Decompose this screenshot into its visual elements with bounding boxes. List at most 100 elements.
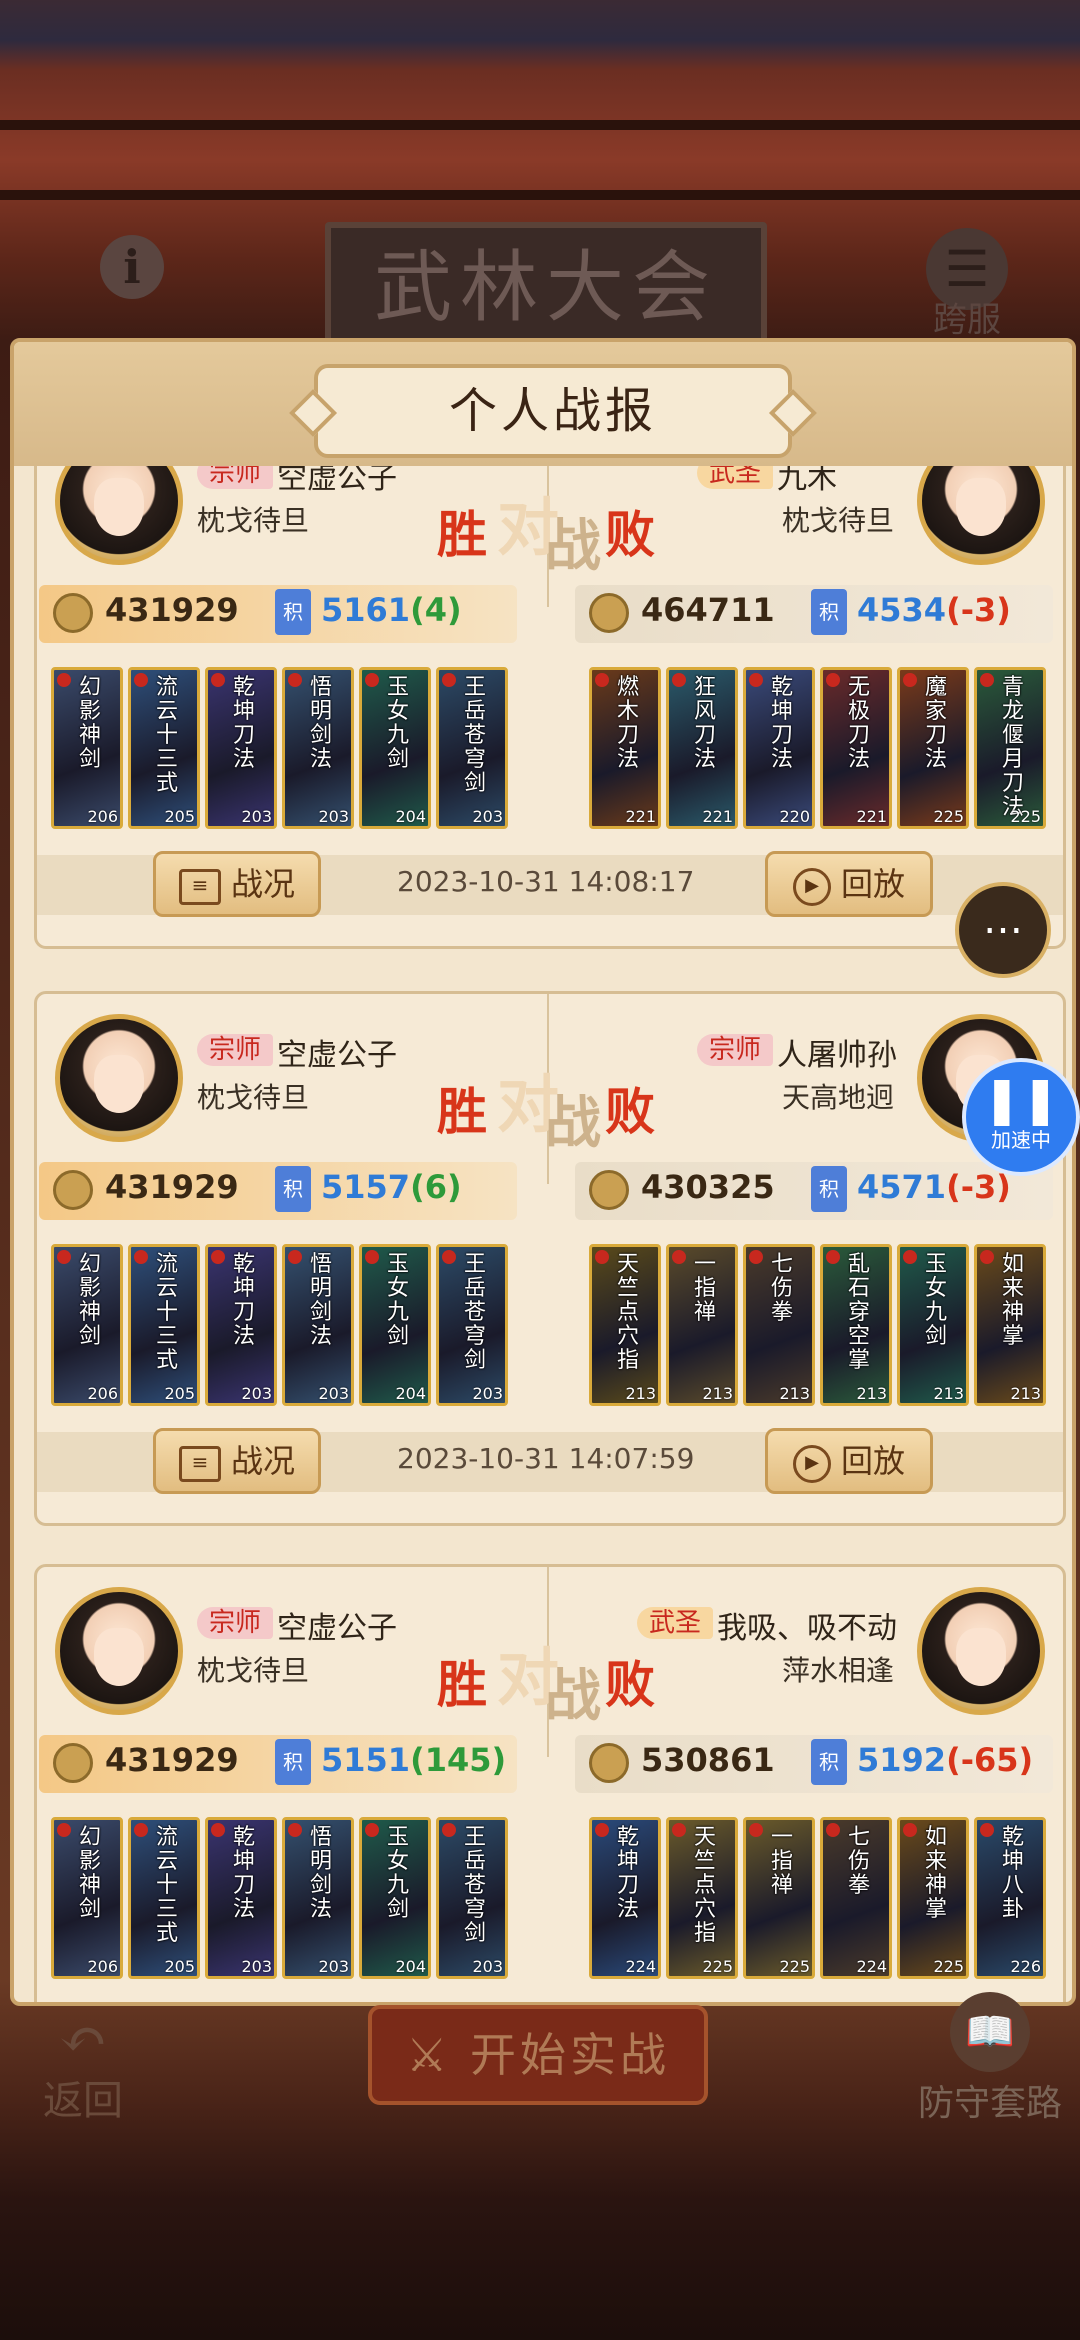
hero-card-name: 无极刀法 <box>847 675 870 772</box>
element-icon <box>903 1823 917 1837</box>
hero-card-name: 七伤拳 <box>847 1825 870 1898</box>
hero-card[interactable]: 狂风刀法 221 <box>666 667 738 829</box>
start-battle-button[interactable]: ⚔ 开始实战 <box>368 2005 708 2105</box>
battle-status-button[interactable]: ≡ 战况 <box>153 851 321 917</box>
lose-label: 败 <box>605 1082 655 1141</box>
defense-routine-button[interactable]: 📖 防守套路 <box>900 1992 1080 2126</box>
element-icon <box>288 1823 302 1837</box>
hero-card[interactable]: 幻影神剑 206 <box>51 667 123 829</box>
hero-card[interactable]: 幻影神剑 206 <box>51 1244 123 1406</box>
cross-server-button[interactable]: ☰ 跨服 <box>922 228 1012 340</box>
hero-card[interactable]: 玉女九剑 213 <box>897 1244 969 1406</box>
hero-card-level: 221 <box>856 807 887 826</box>
play-icon: ▶ <box>792 1444 831 1483</box>
hero-card-level: 203 <box>241 1957 272 1976</box>
hero-card[interactable]: 乾坤刀法 203 <box>205 1817 277 1979</box>
avatar-face <box>956 478 1006 536</box>
element-icon <box>672 1823 686 1837</box>
replay-button[interactable]: ▶ 回放 <box>765 1428 933 1494</box>
hero-card-level: 221 <box>625 807 656 826</box>
hero-card-level: 221 <box>702 807 733 826</box>
hero-card[interactable]: 七伤拳 213 <box>743 1244 815 1406</box>
hero-card-level: 213 <box>779 1384 810 1403</box>
win-label: 胜 <box>437 505 487 564</box>
hero-card[interactable]: 王岳苍穹剑 203 <box>436 1817 508 1979</box>
hero-card[interactable]: 天竺点穴指 213 <box>589 1244 661 1406</box>
element-icon <box>595 1823 609 1837</box>
hero-card[interactable]: 如来神掌 225 <box>897 1817 969 1979</box>
hero-card[interactable]: 悟明剑法 203 <box>282 667 354 829</box>
win-label: 胜 <box>437 1655 487 1714</box>
hero-card[interactable]: 乾坤刀法 220 <box>743 667 815 829</box>
hero-card[interactable]: 玉女九剑 204 <box>359 667 431 829</box>
hero-card[interactable]: 魔家刀法 225 <box>897 667 969 829</box>
hero-card[interactable]: 悟明剑法 203 <box>282 1817 354 1979</box>
element-icon <box>903 1250 917 1264</box>
hero-card[interactable]: 一指禅 225 <box>743 1817 815 1979</box>
hero-card-level: 205 <box>164 807 195 826</box>
element-icon <box>903 673 917 687</box>
hero-card-level: 213 <box>856 1384 887 1403</box>
replay-label: 回放 <box>840 1442 905 1480</box>
power-coin-icon <box>53 593 93 633</box>
replay-button[interactable]: ▶ 回放 <box>765 851 933 917</box>
hero-card-name: 流云十三式 <box>155 675 178 796</box>
hero-card[interactable]: 王岳苍穹剑 203 <box>436 1244 508 1406</box>
back-label: 返回 <box>43 2078 123 2124</box>
left-avatar[interactable] <box>55 466 183 565</box>
left-guild-name: 枕戈待旦 <box>197 1654 310 1687</box>
hero-card[interactable]: 燃木刀法 221 <box>589 667 661 829</box>
speed-up-button[interactable]: ❚❚ 加速中 <box>962 1058 1080 1176</box>
info-icon[interactable]: i <box>100 235 164 299</box>
battle-list[interactable]: 宗师 空虚公子 枕戈待旦 武圣 九木 枕戈待旦胜对战败 431929 积 5161(4) 4647… <box>14 466 1072 2002</box>
hero-card[interactable]: 一指禅 213 <box>666 1244 738 1406</box>
element-icon <box>134 1250 148 1264</box>
hero-card[interactable]: 玉女九剑 204 <box>359 1817 431 1979</box>
hero-card-name: 王岳苍穹剑 <box>463 675 486 796</box>
hero-card[interactable]: 乾坤刀法 203 <box>205 667 277 829</box>
hero-card[interactable]: 如来神掌 213 <box>974 1244 1046 1406</box>
hero-card[interactable]: 乱石穿空掌 213 <box>820 1244 892 1406</box>
element-icon <box>134 1823 148 1837</box>
hero-card[interactable]: 流云十三式 205 <box>128 1817 200 1979</box>
right-stat-bar: 464711 积 4534(-3) <box>575 585 1053 643</box>
power-value: 430325 <box>641 1168 775 1206</box>
hero-card-level: 213 <box>702 1384 733 1403</box>
hero-card[interactable]: 流云十三式 205 <box>128 1244 200 1406</box>
battle-status-button[interactable]: ≡ 战况 <box>153 1428 321 1494</box>
back-button[interactable]: ↶ 返回 <box>28 2010 138 2126</box>
right-hero-cards: 天竺点穴指 213 一指禅 213 七伤拳 213 乱石穿空掌 213 玉女九剑 213 如来神掌 2… <box>589 1244 1049 1408</box>
right-guild-name: 枕戈待旦 <box>782 504 895 537</box>
hero-card-name: 天竺点穴指 <box>693 1825 716 1946</box>
left-player-name: 空虚公子 <box>277 1038 397 1073</box>
hero-card[interactable]: 青龙偃月刀法 225 <box>974 667 1046 829</box>
hero-card[interactable]: 幻影神剑 206 <box>51 1817 123 1979</box>
right-avatar[interactable] <box>917 1587 1045 1715</box>
score-change: (-3) <box>946 591 1011 629</box>
element-icon <box>288 673 302 687</box>
score-number: 5151 <box>321 1741 411 1779</box>
hero-card[interactable]: 玉女九剑 204 <box>359 1244 431 1406</box>
hero-card[interactable]: 无极刀法 221 <box>820 667 892 829</box>
record-footer: ≡ 战况 2023-10-31 14:08:17 ▶ 回放 <box>37 851 1063 917</box>
right-avatar[interactable] <box>917 466 1045 565</box>
hero-card[interactable]: 悟明剑法 203 <box>282 1244 354 1406</box>
hero-card[interactable]: 王岳苍穹剑 203 <box>436 667 508 829</box>
hero-card[interactable]: 七伤拳 224 <box>820 1817 892 1979</box>
hero-card-level: 203 <box>472 807 503 826</box>
hero-card-name: 流云十三式 <box>155 1252 178 1373</box>
chat-icon[interactable]: ⋯ <box>955 882 1051 978</box>
hero-card[interactable]: 天竺点穴指 225 <box>666 1817 738 1979</box>
hero-card[interactable]: 乾坤刀法 224 <box>589 1817 661 1979</box>
ranking-token-icon: 积 <box>275 1166 311 1212</box>
hero-card[interactable]: 乾坤八卦 226 <box>974 1817 1046 1979</box>
power-value: 464711 <box>641 591 775 629</box>
hero-card[interactable]: 乾坤刀法 203 <box>205 1244 277 1406</box>
left-hero-cards: 幻影神剑 206 流云十三式 205 乾坤刀法 203 悟明剑法 203 玉女九剑 204 王岳苍穹… <box>51 1244 511 1408</box>
right-player-name: 九木 <box>777 466 837 496</box>
left-avatar[interactable] <box>55 1587 183 1715</box>
hero-card[interactable]: 流云十三式 205 <box>128 667 200 829</box>
score-change: (-3) <box>946 1168 1011 1206</box>
hero-card-level: 213 <box>625 1384 656 1403</box>
left-avatar[interactable] <box>55 1014 183 1142</box>
